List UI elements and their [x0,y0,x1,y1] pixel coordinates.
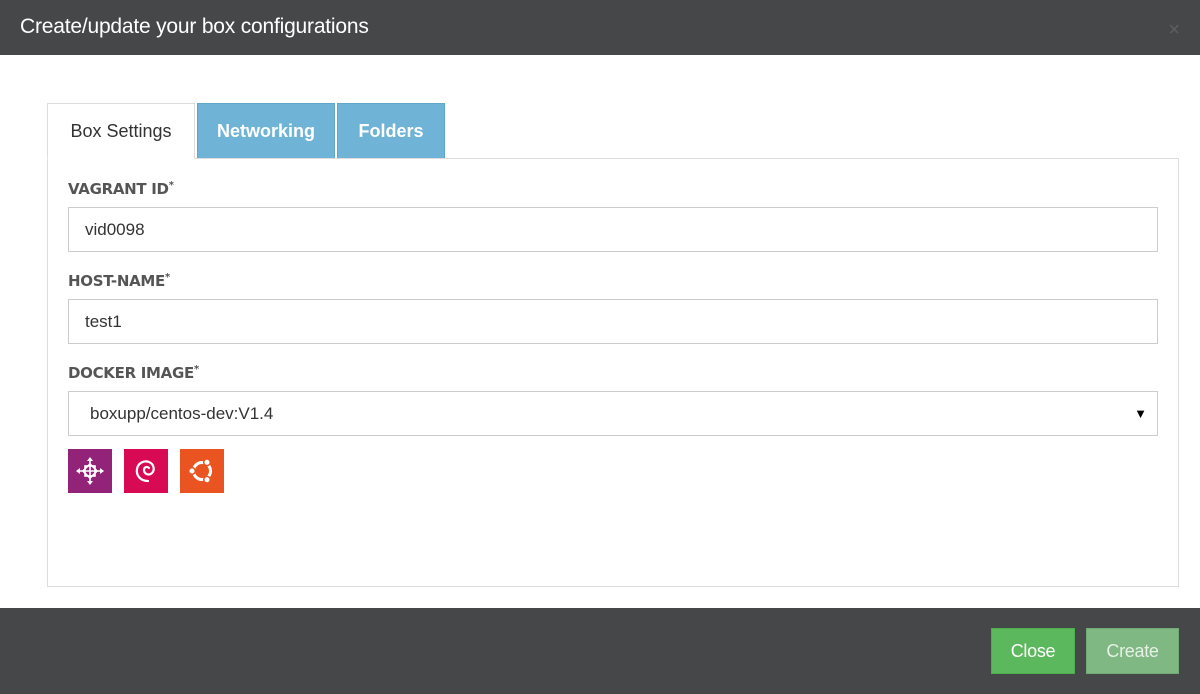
dropdown-arrow-icon: ▼ [1134,406,1147,421]
required-mark: * [193,364,199,375]
create-button[interactable]: Create [1086,628,1179,674]
tab-networking[interactable]: Networking [197,103,335,159]
host-name-label: HOST-NAME* [68,272,170,290]
dialog-footer: Close Create [0,608,1200,694]
ubuntu-icon[interactable] [180,449,224,493]
docker-image-select[interactable]: boxupp/centos-dev:V1.4 ▼ [68,391,1158,436]
dialog-body: Box Settings Networking Folders VAGRANT … [0,55,1200,608]
centos-icon[interactable] [68,449,112,493]
docker-image-label: DOCKER IMAGE* [68,364,199,382]
dialog-title: Create/update your box configurations [20,15,369,38]
docker-image-selected: boxupp/centos-dev:V1.4 [90,403,274,423]
debian-icon[interactable] [124,449,168,493]
close-icon[interactable]: × [1168,20,1180,40]
vagrant-id-input[interactable] [68,207,1158,252]
tab-box-settings[interactable]: Box Settings [47,103,195,159]
dialog-header: Create/update your box configurations × [0,0,1200,55]
vagrant-id-label: VAGRANT ID* [68,180,174,198]
host-name-input[interactable] [68,299,1158,344]
required-mark: * [168,180,174,191]
required-mark: * [165,272,170,283]
tab-folders[interactable]: Folders [337,103,445,159]
close-button[interactable]: Close [991,628,1075,674]
box-settings-panel: VAGRANT ID* HOST-NAME* DOCKER IMAGE* box… [47,158,1179,587]
